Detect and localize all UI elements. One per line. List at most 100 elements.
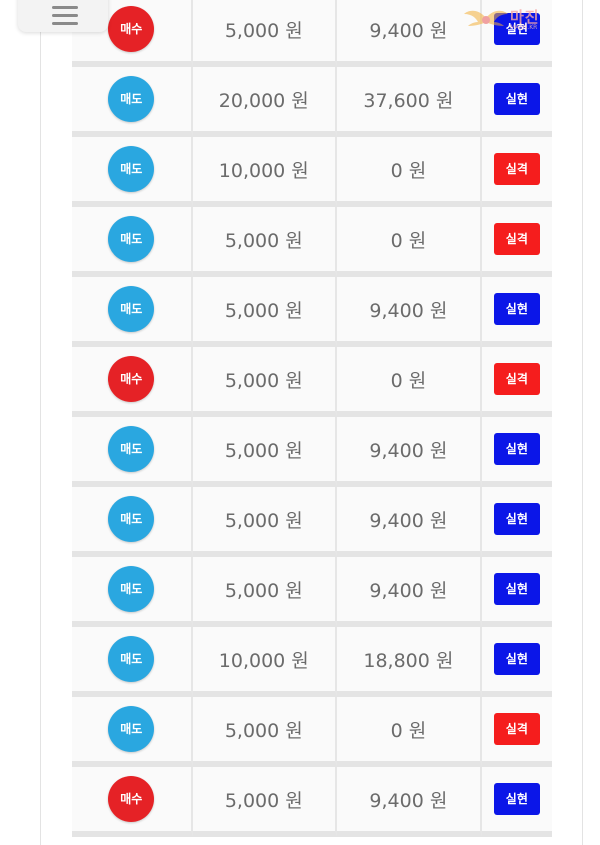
trade-type-cell: 매도: [72, 557, 193, 627]
amount-cell: 20,000 원: [192, 67, 338, 137]
sell-badge: 매도: [108, 636, 155, 682]
amount-value: 5,000 원: [224, 719, 303, 742]
return-value: 9,400 원: [369, 789, 448, 812]
trade-type-cell: 매도: [72, 207, 193, 277]
panel-border-left: [40, 0, 41, 845]
buy-badge: 매수: [108, 776, 155, 822]
amount-cell: 5,000 원: [192, 697, 338, 767]
return-cell: 0 원: [337, 347, 482, 417]
trade-type-cell: 매도: [72, 627, 193, 697]
watermark-logo: 마진 MAJIN.KR: [464, 4, 594, 36]
sell-badge: 매도: [108, 496, 155, 542]
page: 매수 5,000 원 9,400 원 실현 매도 20,000 원 37,600 원 실현 매도…: [0, 0, 600, 845]
table-row: 매도 10,000 원 0 원 실격: [72, 137, 552, 207]
table-row: 매수 5,000 원 9,400 원 실현: [72, 767, 552, 837]
return-cell: 37,600 원: [337, 67, 482, 137]
buy-badge: 매수: [108, 356, 155, 402]
table-row: 매도 5,000 원 0 원 실격: [72, 207, 552, 277]
amount-cell: 5,000 원: [192, 557, 338, 627]
result-cell: 실현: [481, 487, 552, 557]
trade-type-cell: 매도: [72, 137, 193, 207]
trade-type-cell: 매수: [72, 347, 193, 417]
result-cell: 실현: [481, 767, 552, 837]
trade-type-cell: 매도: [72, 277, 193, 347]
hamburger-menu-icon-bar: [52, 14, 78, 17]
return-cell: 18,800 원: [337, 627, 482, 697]
table-row: 매도 5,000 원 9,400 원 실현: [72, 417, 552, 487]
sell-badge: 매도: [108, 426, 155, 472]
amount-value: 5,000 원: [224, 229, 303, 252]
menu-button[interactable]: [18, 0, 108, 32]
table-row: 매도 5,000 원 9,400 원 실현: [72, 487, 552, 557]
sell-badge: 매도: [108, 286, 155, 332]
return-cell: 0 원: [337, 207, 482, 277]
amount-value: 10,000 원: [218, 649, 309, 672]
amount-cell: 5,000 원: [192, 417, 338, 487]
return-value: 9,400 원: [369, 299, 448, 322]
result-cell: 실격: [481, 697, 552, 767]
result-cell: 실격: [481, 137, 552, 207]
table-row: 매도 5,000 원 0 원 실격: [72, 697, 552, 767]
panel-border-right: [582, 0, 583, 845]
result-cell: 실격: [481, 347, 552, 417]
trade-history-table: 매수 5,000 원 9,400 원 실현 매도 20,000 원 37,600 원 실현 매도…: [72, 0, 552, 837]
return-cell: 9,400 원: [337, 557, 482, 627]
return-cell: 9,400 원: [337, 417, 482, 487]
return-cell: 0 원: [337, 137, 482, 207]
result-fail-badge: 실격: [493, 363, 540, 395]
amount-cell: 5,000 원: [192, 277, 338, 347]
trade-type-cell: 매수: [72, 767, 193, 837]
return-cell: 9,400 원: [337, 487, 482, 557]
amount-cell: 5,000 원: [192, 767, 338, 837]
sell-badge: 매도: [108, 146, 155, 192]
result-cell: 실현: [481, 277, 552, 347]
result-success-badge: 실현: [493, 293, 540, 325]
result-success-badge: 실현: [493, 783, 540, 815]
amount-value: 10,000 원: [218, 159, 309, 182]
result-success-badge: 실현: [493, 643, 540, 675]
result-success-badge: 실현: [493, 503, 540, 535]
amount-cell: 5,000 원: [192, 487, 338, 557]
return-cell: 9,400 원: [337, 767, 482, 837]
trade-type-cell: 매도: [72, 487, 193, 557]
result-cell: 실현: [481, 417, 552, 487]
trade-history-body: 매수 5,000 원 9,400 원 실현 매도 20,000 원 37,600 원 실현 매도…: [72, 0, 552, 837]
return-value: 9,400 원: [369, 509, 448, 532]
table-row: 매도 5,000 원 9,400 원 실현: [72, 557, 552, 627]
table-row: 매도 10,000 원 18,800 원 실현: [72, 627, 552, 697]
result-cell: 실현: [481, 627, 552, 697]
return-value: 37,600 원: [363, 89, 454, 112]
buy-badge: 매수: [108, 6, 155, 52]
amount-cell: 10,000 원: [192, 137, 338, 207]
return-value: 0 원: [390, 719, 427, 742]
trade-type-cell: 매도: [72, 697, 193, 767]
sell-badge: 매도: [108, 76, 155, 122]
amount-value: 20,000 원: [218, 89, 309, 112]
hamburger-menu-icon-bar: [52, 22, 78, 25]
amount-value: 5,000 원: [224, 509, 303, 532]
return-cell: 9,400 원: [337, 277, 482, 347]
result-cell: 실현: [481, 557, 552, 627]
amount-cell: 10,000 원: [192, 627, 338, 697]
trade-type-cell: 매도: [72, 417, 193, 487]
return-value: 9,400 원: [369, 19, 448, 42]
result-fail-badge: 실격: [493, 713, 540, 745]
amount-value: 5,000 원: [224, 579, 303, 602]
return-value: 9,400 원: [369, 439, 448, 462]
return-cell: 9,400 원: [337, 0, 482, 67]
wings-logo-icon: [464, 10, 508, 26]
result-cell: 실현: [481, 67, 552, 137]
amount-value: 5,000 원: [224, 439, 303, 462]
amount-cell: 5,000 원: [192, 0, 338, 67]
watermark-subtext: MAJIN.KR: [510, 24, 538, 31]
table-row: 매도 20,000 원 37,600 원 실현: [72, 67, 552, 137]
sell-badge: 매도: [108, 706, 155, 752]
result-cell: 실격: [481, 207, 552, 277]
amount-cell: 5,000 원: [192, 347, 338, 417]
return-value: 0 원: [390, 229, 427, 252]
return-value: 0 원: [390, 369, 427, 392]
result-success-badge: 실현: [493, 433, 540, 465]
amount-value: 5,000 원: [224, 19, 303, 42]
return-value: 0 원: [390, 159, 427, 182]
amount-value: 5,000 원: [224, 299, 303, 322]
